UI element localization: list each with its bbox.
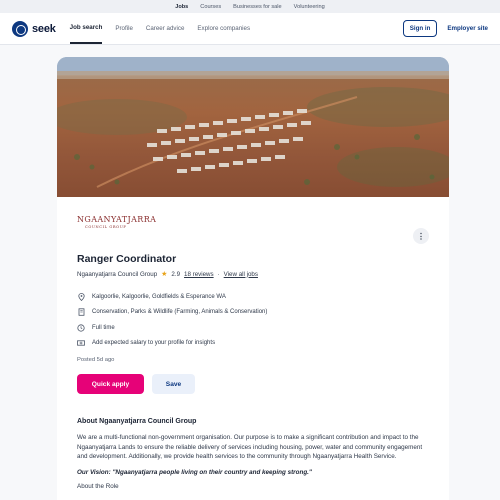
main-nav: Job search Profile Career advice Explore… [69,13,250,44]
star-icon: ★ [161,271,168,278]
money-icon [77,339,85,347]
reviews-link[interactable]: 18 reviews [184,271,214,278]
company-logo-line1: NGAANYATJARRA [77,215,157,224]
sign-in-button[interactable]: Sign in [402,20,438,37]
top-link-jobs[interactable]: Jobs [175,4,188,10]
company-logo-line2: COUNCIL GROUP [85,225,127,229]
location-text: Kalgoorlie, Kalgoorlie, Goldfields & Esp… [92,293,226,300]
salary-text[interactable]: Add expected salary to your profile for … [92,340,215,346]
quick-apply-button[interactable]: Quick apply [77,374,144,394]
job-details: NGAANYATJARRA COUNCIL GROUP ⋮ Ranger Coo… [57,215,449,490]
company-logo: NGAANYATJARRA COUNCIL GROUP [77,215,156,241]
employer-site-link[interactable]: Employer site [447,25,488,32]
job-card: NGAANYATJARRA COUNCIL GROUP ⋮ Ranger Coo… [57,57,449,500]
nav-job-search[interactable]: Job search [69,13,103,44]
banner-image [57,57,449,197]
separator-dot: · [217,270,220,278]
company-row: Ngaanyatjarra Council Group ★ 2.9 18 rev… [77,270,429,279]
work-type-row: Full time [77,320,429,336]
rating-value: 2.9 [171,270,181,278]
briefcase-icon [77,308,85,316]
header: seek Job search Profile Career advice Ex… [0,13,500,45]
about-heading: About Ngaanyatjarra Council Group [77,418,197,425]
aerial-town-illustration [57,57,449,188]
seek-logo-icon [12,20,28,37]
salary-row: Add expected salary to your profile for … [77,336,429,352]
about-body: We are a multi-functional non-government… [77,434,423,461]
classification-text: Conservation, Parks & Wildlife (Farming,… [92,309,268,316]
nav-profile[interactable]: Profile [115,13,133,44]
vision-statement: Our Vision: "Ngaanyatjarra people living… [77,468,312,476]
work-type-text: Full time [92,324,115,331]
posted-date: Posted 5d ago [77,357,115,363]
location-pin-icon [77,292,85,301]
more-options-button[interactable]: ⋮ [413,228,429,244]
classification-row: Conservation, Parks & Wildlife (Farming,… [77,305,429,321]
header-right: Sign in Employer site [402,20,488,37]
action-buttons: Quick apply Save [77,374,429,394]
view-all-jobs-link[interactable]: View all jobs [224,271,258,278]
top-link-courses[interactable]: Courses [200,4,221,10]
job-meta-list: Kalgoorlie, Kalgoorlie, Goldfields & Esp… [77,289,429,351]
logo-text: seek [32,22,56,35]
nav-career-advice[interactable]: Career advice [146,13,185,44]
top-link-volunteering[interactable]: Volunteering [294,4,325,10]
location-row: Kalgoorlie, Kalgoorlie, Goldfields & Esp… [77,289,429,305]
top-link-businesses[interactable]: Businesses for sale [233,4,282,10]
clock-icon [77,324,85,332]
nav-explore-companies[interactable]: Explore companies [197,13,250,44]
more-vertical-icon: ⋮ [417,231,425,241]
company-name[interactable]: Ngaanyatjarra Council Group [77,271,157,278]
job-title: Ranger Coordinator [77,253,177,265]
seek-logo[interactable]: seek [12,20,56,37]
about-role-heading: About the Role [77,482,119,490]
top-strip: Jobs Courses Businesses for sale Volunte… [0,0,500,13]
save-button[interactable]: Save [152,374,195,394]
